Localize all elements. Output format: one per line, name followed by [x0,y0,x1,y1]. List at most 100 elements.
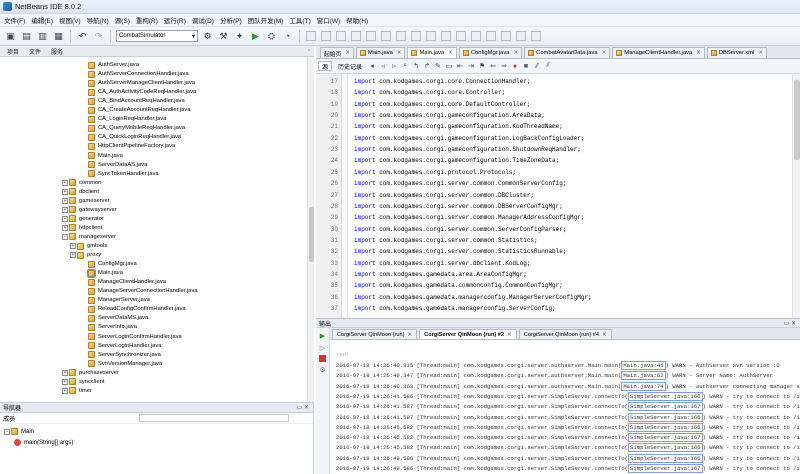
tab-projects[interactable]: 项目 [2,47,24,56]
stop-icon[interactable] [319,355,326,362]
run-configuration-select[interactable]: CombatSimulator ▾ [116,30,198,42]
rerun-icon[interactable]: ▶ [318,331,327,340]
stop-macro-icon[interactable]: ■ [522,62,530,70]
menu-run[interactable]: 运行(R) [161,15,189,25]
expand-icon[interactable]: + [62,215,68,222]
editor-tab[interactable]: ManageClientHandler.java ✕ [612,47,705,58]
comment-icon[interactable]: ⁄⁄ [533,62,541,70]
back-icon[interactable]: ◃ [379,62,387,70]
close-icon[interactable]: ✕ [514,50,519,56]
menu-view[interactable]: 视图(V) [56,15,84,25]
history-view-button[interactable]: 历史记录 [335,61,365,71]
expand-icon[interactable]: + [62,188,68,195]
editor-tab[interactable]: Main.java ✕ [356,47,406,58]
find-previous-icon[interactable]: ↰ [412,62,420,70]
find-next-icon[interactable]: ↱ [423,62,431,70]
toolbar-button-disabled[interactable] [336,31,346,41]
menu-refactor[interactable]: 重构(R) [133,15,161,25]
panel-minimize-icon[interactable]: ▫ [308,48,314,54]
toggle-highlight-icon[interactable]: ✎ [434,62,442,70]
run-icon[interactable]: ▶ [249,30,262,43]
undo-icon[interactable]: ↶ [76,30,89,43]
source-link[interactable]: Main.java:74 [621,381,666,391]
close-icon[interactable]: ✕ [602,50,607,56]
toolbar-button-disabled[interactable] [366,31,376,41]
code-editor[interactable]: 17 18 19 20 21 22 23 24 25 26 27 28 29 30 31 32 33 34 35 36… [316,74,800,318]
editor-tab[interactable]: ConfigMgr.java ✕ [458,47,523,58]
menu-window[interactable]: 窗口(W) [314,15,343,25]
scrollbar-thumb[interactable] [794,80,800,160]
output-controls-icon[interactable]: ▭ ✕ [784,320,800,327]
menu-debug[interactable]: 调试(D) [189,15,217,25]
close-icon[interactable]: ✕ [602,332,607,338]
toggle-bookmark-icon[interactable]: ⚑ [478,62,486,70]
project-tree-scrollbar[interactable] [307,57,314,402]
close-icon[interactable]: ✕ [397,50,402,56]
expand-icon[interactable]: + [70,252,76,259]
build-hammer-icon[interactable]: ⚒ [217,30,230,43]
expand-icon[interactable]: + [62,206,68,213]
source-link[interactable]: SimpleServer.java:166 [628,412,703,422]
uncomment-icon[interactable]: ⫽ [544,62,552,70]
source-link[interactable]: SimpleServer.java:167 [628,402,703,412]
close-icon[interactable]: ✕ [407,332,412,338]
toolbar-button-disabled[interactable] [321,31,331,41]
tab-files[interactable]: 文件 [24,47,46,56]
source-link[interactable]: Main.java:62 [621,371,666,381]
expand-icon[interactable]: + [62,378,68,385]
close-icon[interactable]: ✕ [448,50,453,56]
forward-icon[interactable]: ▹ [390,62,398,70]
menu-team[interactable]: 团队开发(M) [245,15,287,25]
close-icon[interactable]: ✕ [345,50,350,56]
toolbar-button-disabled[interactable] [456,31,466,41]
toolbar-button-disabled[interactable] [531,31,541,41]
toolbar-button-disabled[interactable] [306,31,316,41]
last-edit-icon[interactable]: ◂ [368,62,376,70]
output-tab[interactable]: CorgiServer QinMoon (run) #2 ✕ [419,329,517,339]
shift-right-icon[interactable]: ⇒ [500,62,508,70]
menu-file[interactable]: 文件(F) [1,15,28,25]
menu-profile[interactable]: 分析(P) [217,15,245,25]
editor-tab[interactable]: DBServer.xml ✕ [706,47,767,58]
source-view-button[interactable]: 源 [318,61,333,71]
scrollbar-thumb[interactable] [309,207,314,262]
close-icon[interactable]: ✕ [758,50,763,56]
clean-build-icon[interactable]: ✦ [233,30,246,43]
toolbar-button-disabled[interactable] [426,31,436,41]
expand-icon[interactable]: + [62,224,68,231]
previous-bookmark-icon[interactable]: ⇤ [456,62,464,70]
save-all-icon[interactable]: ▦ [52,30,65,43]
menu-source[interactable]: 源(S) [112,15,133,25]
toolbar-button-disabled[interactable] [351,31,361,41]
expand-icon[interactable]: + [62,197,68,204]
menu-help[interactable]: 帮助(H) [343,15,371,25]
profile-icon[interactable]: ◔ [281,30,294,43]
tab-services[interactable]: 服务 [46,47,68,56]
start-macro-icon[interactable]: ● [511,62,519,70]
navigator-filter-select[interactable] [139,414,289,422]
next-bookmark-icon[interactable]: ⇥ [467,62,475,70]
open-project-icon[interactable]: ▥ [36,30,49,43]
redo-icon[interactable]: ↷ [92,30,105,43]
toolbar-button-disabled[interactable] [516,31,526,41]
output-settings-icon[interactable]: ⚙ [318,365,327,374]
editor-tab[interactable]: 起始页 ✕ [320,47,355,58]
toolbar-button-disabled[interactable] [501,31,511,41]
navigator-item-class[interactable]: − Main [4,428,34,435]
source-link[interactable]: SimpleServer.java:167 [628,464,703,473]
expand-icon[interactable]: − [62,233,68,240]
source-link[interactable]: SimpleServer.java:167 [628,433,703,443]
navigator-controls-icon[interactable]: ▭ ✕ [297,404,313,411]
output-console[interactable]: run: 2016-07-18 14:26:40.315 [Thread:main… [330,340,800,474]
expand-icon[interactable]: + [70,243,76,249]
editor-scrollbar[interactable] [792,74,800,318]
menu-edit[interactable]: 编辑(E) [28,15,56,25]
toolbar-button-disabled[interactable] [396,31,406,41]
rerun-with-params-icon[interactable]: ▷ [318,343,327,352]
output-tab[interactable]: CorgiServer QinMoon (run) #4 ✕ [518,329,612,339]
navigator-item-method[interactable]: main(String[] args) [14,439,73,446]
source-link[interactable]: SimpleServer.java:166 [628,453,703,463]
output-tab[interactable]: CorgiServer QinMoon (run) ✕ [332,329,418,339]
toggle-rect-select-icon[interactable]: ▭ [445,62,453,70]
expand-icon[interactable]: + [62,179,68,186]
